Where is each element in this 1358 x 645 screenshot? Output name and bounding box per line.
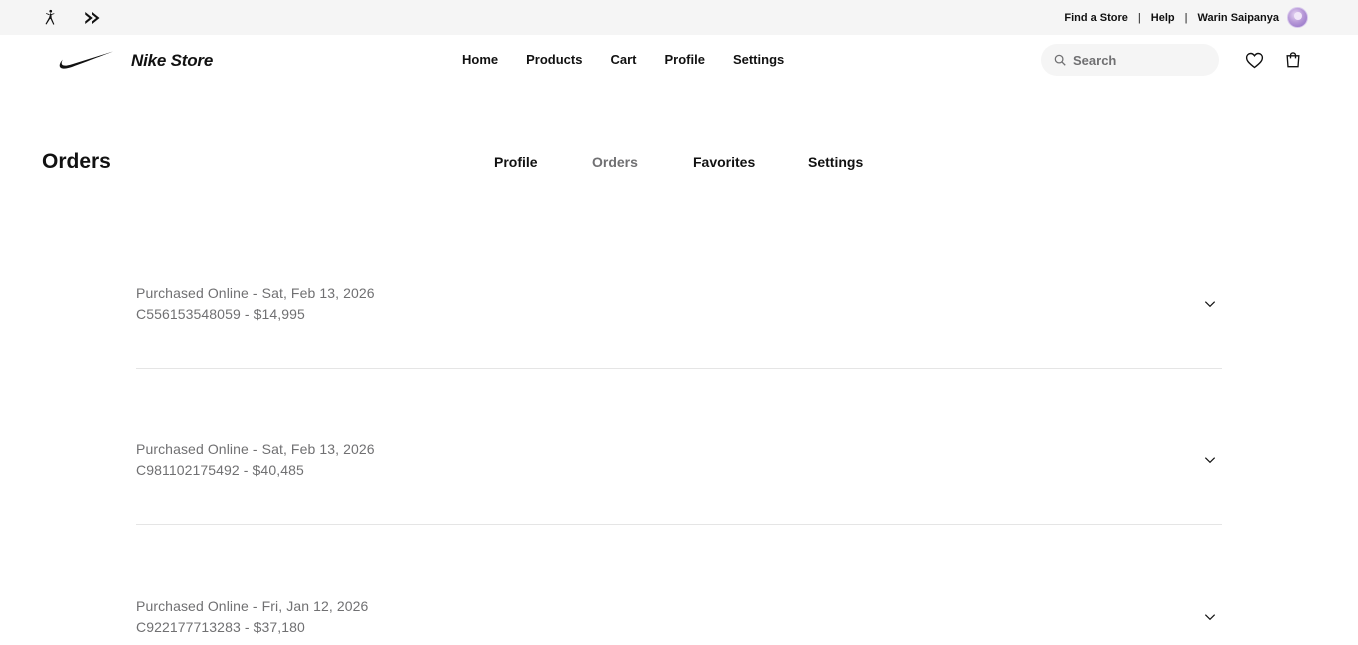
avatar[interactable]: [1287, 7, 1308, 28]
nav-cart[interactable]: Cart: [610, 52, 636, 67]
store-name[interactable]: Nike Store: [131, 51, 213, 71]
user-name-link[interactable]: Warin Saipanya: [1197, 12, 1279, 24]
divider: [136, 368, 1222, 369]
help-link[interactable]: Help: [1151, 12, 1175, 24]
nike-swoosh-icon[interactable]: [58, 50, 114, 72]
nav-home[interactable]: Home: [462, 52, 498, 67]
chevron-down-icon[interactable]: [1202, 296, 1218, 312]
nav-products[interactable]: Products: [526, 52, 582, 67]
utility-bar: Find a Store | Help | Warin Saipanya: [0, 0, 1358, 35]
search-input[interactable]: [1073, 52, 1203, 68]
chevron-down-icon[interactable]: [1202, 452, 1218, 468]
main-nav: Home Products Cart Profile Settings: [462, 52, 812, 67]
separator: |: [1184, 11, 1188, 24]
search-icon: [1053, 53, 1067, 67]
order-number-total: C556153548059 - $14,995: [136, 306, 305, 322]
nav-settings[interactable]: Settings: [733, 52, 784, 67]
order-purchase-info: Purchased Online - Sat, Feb 13, 2026: [136, 441, 375, 457]
order-number-total: C981102175492 - $40,485: [136, 462, 304, 478]
separator: |: [1137, 11, 1141, 24]
tab-settings[interactable]: Settings: [808, 154, 863, 170]
tab-orders[interactable]: Orders: [592, 154, 638, 170]
order-number-total: C922177713283 - $37,180: [136, 619, 305, 635]
jordan-jumpman-icon[interactable]: [40, 8, 60, 28]
nav-profile[interactable]: Profile: [664, 52, 704, 67]
utility-links: Find a Store | Help | Warin Saipanya: [1064, 0, 1308, 35]
tab-profile[interactable]: Profile: [494, 154, 538, 170]
order-row[interactable]: Purchased Online - Sat, Feb 13, 2026 C98…: [136, 439, 1222, 481]
order-row[interactable]: Purchased Online - Fri, Jan 12, 2026 C92…: [136, 596, 1222, 638]
order-row[interactable]: Purchased Online - Sat, Feb 13, 2026 C55…: [136, 283, 1222, 325]
main-header: Nike Store Home Products Cart Profile Se…: [0, 35, 1358, 85]
search-box[interactable]: [1041, 44, 1219, 76]
divider: [136, 524, 1222, 525]
tab-favorites[interactable]: Favorites: [693, 154, 755, 170]
order-purchase-info: Purchased Online - Sat, Feb 13, 2026: [136, 285, 375, 301]
find-store-link[interactable]: Find a Store: [1064, 12, 1128, 24]
account-sub-nav: Profile Orders Favorites Settings: [0, 154, 1358, 174]
chevron-down-icon[interactable]: [1202, 609, 1218, 625]
converse-star-chevron-icon[interactable]: [82, 8, 102, 28]
heart-icon[interactable]: [1243, 49, 1265, 71]
shopping-bag-icon[interactable]: [1282, 49, 1304, 71]
order-purchase-info: Purchased Online - Fri, Jan 12, 2026: [136, 598, 369, 614]
